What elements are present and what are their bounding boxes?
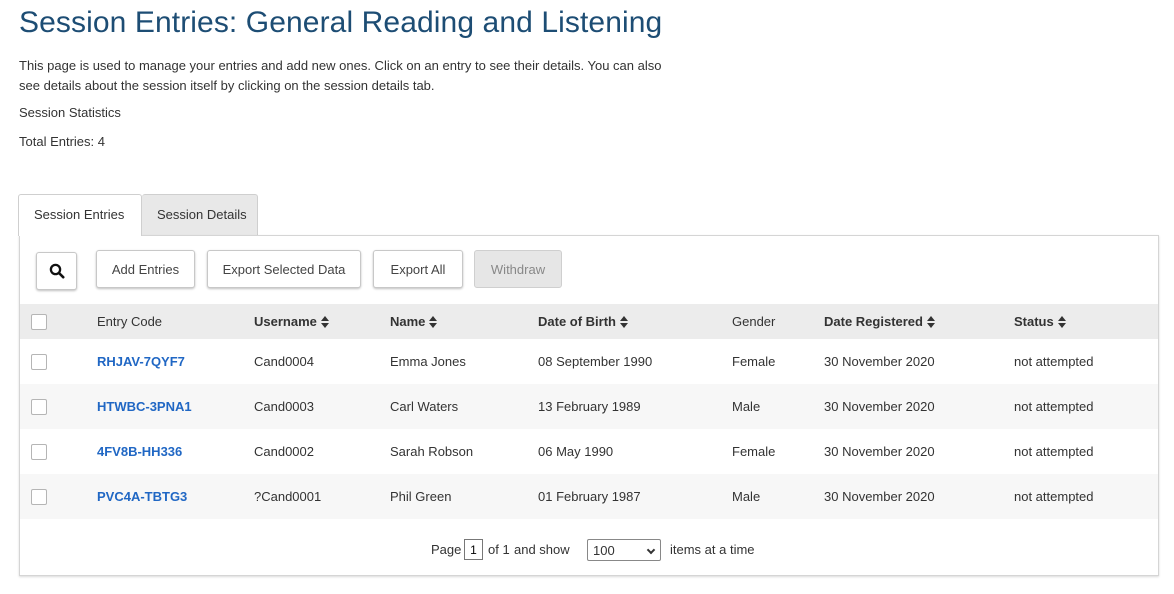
sort-icon[interactable] <box>620 315 628 328</box>
sort-icon[interactable] <box>1057 315 1066 328</box>
column-header-username-label: Username <box>254 314 317 329</box>
row-checkbox[interactable] <box>31 443 47 460</box>
column-header-status-label: Status <box>1014 314 1054 329</box>
entries-table: Entry Code Username Name Date of Birth G… <box>20 304 1158 519</box>
column-header-name-label: Name <box>390 314 426 329</box>
table-row[interactable]: 4FV8B-HH336 Cand0002 Sarah Robson 06 May… <box>20 429 1158 474</box>
show-label: and show <box>514 542 570 557</box>
row-checkbox[interactable] <box>31 398 47 415</box>
session-statistics-label: Session Statistics <box>19 105 121 120</box>
entry-code-link[interactable]: 4FV8B-HH336 <box>97 444 182 459</box>
column-header-username[interactable]: Username <box>254 304 329 339</box>
name-cell: Carl Waters <box>390 399 459 414</box>
username-cell: ?Cand0001 <box>254 489 322 504</box>
page-size-value: 100 <box>593 542 615 558</box>
column-header-entry-code: Entry Code <box>97 314 163 329</box>
dob-cell: 01 February 1987 <box>538 489 641 504</box>
status-cell: not attempted <box>1014 444 1094 459</box>
dob-cell: 06 May 1990 <box>538 444 614 459</box>
status-cell: not attempted <box>1014 399 1094 414</box>
status-cell: not attempted <box>1014 354 1094 369</box>
search-button[interactable] <box>36 252 77 290</box>
sort-icon[interactable] <box>429 315 438 328</box>
page-size-select[interactable]: 100 <box>587 539 661 561</box>
page-title: Session Entries: General Reading and Lis… <box>19 6 663 39</box>
entry-code-link[interactable]: HTWBC-3PNA1 <box>97 399 192 414</box>
row-checkbox[interactable] <box>31 488 47 505</box>
username-cell: Cand0002 <box>254 444 314 459</box>
table-row[interactable]: RHJAV-7QYF7 Cand0004 Emma Jones 08 Septe… <box>20 339 1158 384</box>
page-number-input[interactable] <box>464 539 483 560</box>
tab-session-entries[interactable]: Session Entries <box>18 194 142 236</box>
gender-cell: Female <box>732 444 776 459</box>
page-label: Page <box>431 542 462 557</box>
name-cell: Emma Jones <box>390 354 466 369</box>
dob-cell: 08 September 1990 <box>538 354 653 369</box>
date-registered-cell: 30 November 2020 <box>824 399 935 414</box>
gender-cell: Female <box>732 354 776 369</box>
date-registered-cell: 30 November 2020 <box>824 354 935 369</box>
name-cell: Sarah Robson <box>390 444 474 459</box>
items-at-a-time-label: items at a time <box>670 542 755 557</box>
entries-panel: Add Entries Export Selected Data Export … <box>19 235 1159 576</box>
table-row[interactable]: PVC4A-TBTG3 ?Cand0001 Phil Green 01 Febr… <box>20 474 1158 519</box>
add-entries-button[interactable]: Add Entries <box>96 250 195 288</box>
entry-code-link[interactable]: PVC4A-TBTG3 <box>97 489 187 504</box>
chevron-down-icon <box>646 545 656 555</box>
select-all-checkbox[interactable] <box>31 313 47 330</box>
column-header-dob-label: Date of Birth <box>538 314 616 329</box>
export-selected-data-button[interactable]: Export Selected Data <box>207 250 361 288</box>
table-row[interactable]: HTWBC-3PNA1 Cand0003 Carl Waters 13 Febr… <box>20 384 1158 429</box>
status-cell: not attempted <box>1014 489 1094 504</box>
tab-session-details[interactable]: Session Details <box>142 194 258 235</box>
total-entries-count: Total Entries: 4 <box>19 134 105 149</box>
date-registered-cell: 30 November 2020 <box>824 444 935 459</box>
table-header-row: Entry Code Username Name Date of Birth G… <box>20 304 1158 339</box>
username-cell: Cand0003 <box>254 399 314 414</box>
row-checkbox[interactable] <box>31 353 47 370</box>
username-cell: Cand0004 <box>254 354 314 369</box>
tab-bar: Session Entries Session Details <box>18 194 258 236</box>
name-cell: Phil Green <box>390 489 452 504</box>
column-header-status[interactable]: Status <box>1014 304 1066 339</box>
column-header-gender: Gender <box>732 314 776 329</box>
page-count-label: of 1 <box>488 542 510 557</box>
withdraw-button: Withdraw <box>474 250 562 288</box>
column-header-date-registered-label: Date Registered <box>824 314 923 329</box>
dob-cell: 13 February 1989 <box>538 399 641 414</box>
column-header-name[interactable]: Name <box>390 304 438 339</box>
gender-cell: Male <box>732 489 761 504</box>
date-registered-cell: 30 November 2020 <box>824 489 935 504</box>
entry-code-link[interactable]: RHJAV-7QYF7 <box>97 354 185 369</box>
gender-cell: Male <box>732 399 761 414</box>
page-intro: This page is used to manage your entries… <box>19 58 662 93</box>
sort-icon[interactable] <box>926 315 935 328</box>
search-icon <box>49 263 64 279</box>
column-header-date-registered[interactable]: Date Registered <box>824 304 935 339</box>
sort-icon[interactable] <box>320 315 329 328</box>
column-header-date-of-birth[interactable]: Date of Birth <box>538 304 628 339</box>
pagination: Page of 1 and show 100 items at a time <box>20 538 1158 562</box>
export-all-button[interactable]: Export All <box>373 250 463 288</box>
